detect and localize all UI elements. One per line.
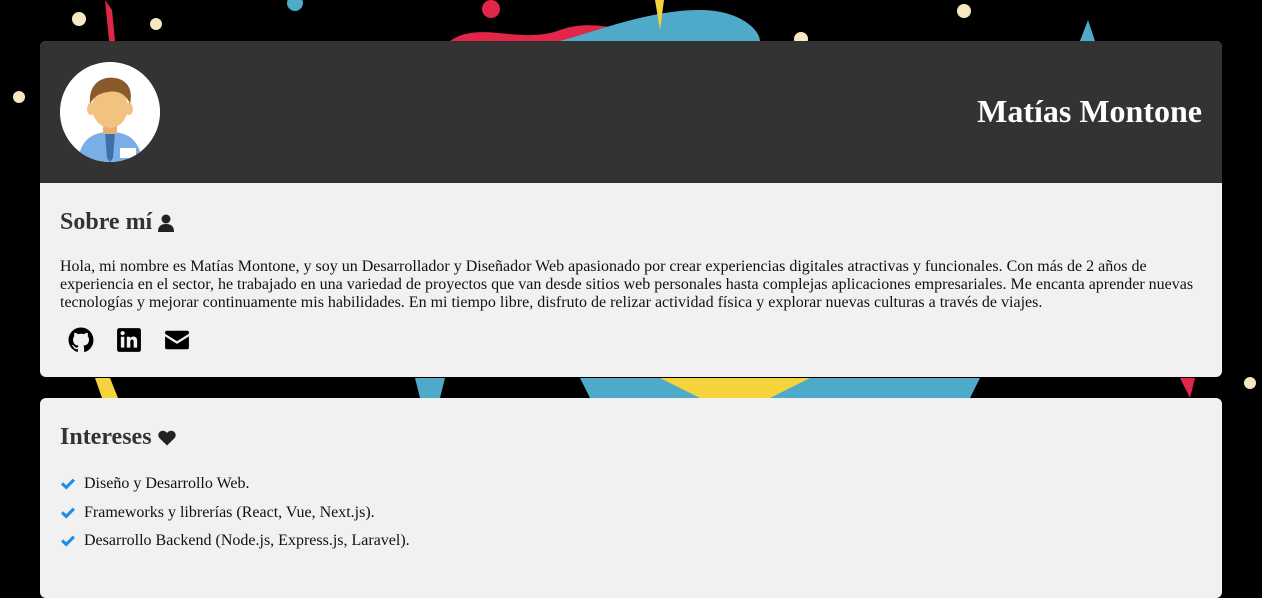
about-heading: Sobre mí — [60, 209, 175, 236]
heart-icon — [157, 430, 176, 445]
check-icon — [61, 507, 75, 519]
about-title: Sobre mí — [60, 209, 153, 235]
check-icon — [61, 478, 75, 490]
avatar-illustration-icon — [60, 62, 160, 162]
interest-label: Diseño y Desarrollo Web. — [84, 475, 250, 493]
linkedin-link[interactable] — [116, 327, 142, 353]
check-icon — [61, 535, 75, 547]
github-icon — [68, 327, 94, 352]
user-icon — [158, 214, 175, 232]
email-link[interactable] — [164, 327, 190, 353]
interests-title: Intereses — [60, 424, 152, 450]
envelope-icon — [165, 330, 189, 350]
about-text: Hola, mi nombre es Matías Montone, y soy… — [60, 258, 1194, 311]
profile-card: Matías Montone Sobre mí Hola, mi nombre … — [40, 41, 1222, 377]
interest-label: Frameworks y librerías (React, Vue, Next… — [84, 503, 375, 521]
social-links — [68, 327, 190, 353]
interests-list: Diseño y Desarrollo Web. Frameworks y li… — [60, 470, 410, 556]
linkedin-icon — [117, 328, 141, 352]
interests-card: Intereses Diseño y Desarrollo Web. Frame… — [40, 398, 1222, 598]
list-item: Desarrollo Backend (Node.js, Express.js,… — [60, 527, 410, 556]
profile-name: Matías Montone — [977, 93, 1202, 129]
avatar — [60, 62, 160, 162]
interests-heading: Intereses — [60, 424, 176, 451]
interest-label: Desarrollo Backend (Node.js, Express.js,… — [84, 532, 410, 550]
github-link[interactable] — [68, 327, 94, 353]
list-item: Diseño y Desarrollo Web. — [60, 470, 410, 499]
list-item: Frameworks y librerías (React, Vue, Next… — [60, 499, 410, 528]
profile-header: Matías Montone — [40, 41, 1222, 183]
